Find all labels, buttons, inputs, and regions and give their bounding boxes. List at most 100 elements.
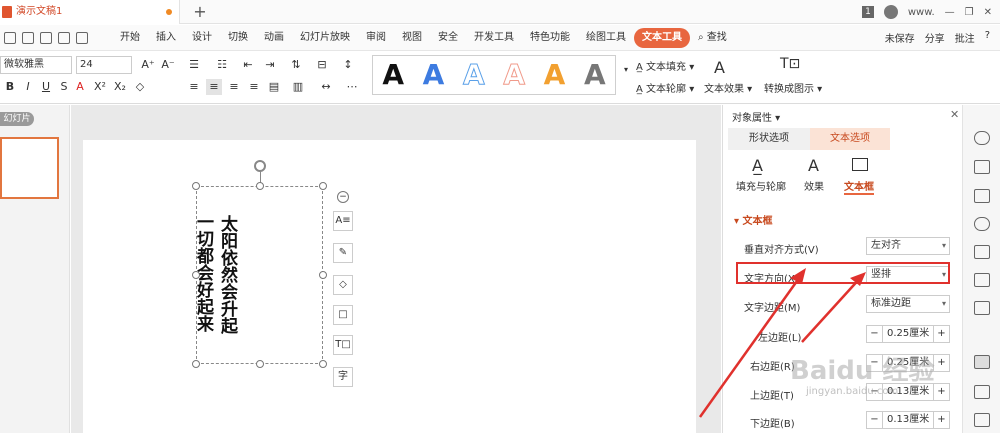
font-color-button[interactable]: A: [72, 79, 88, 95]
font-size-select[interactable]: 24: [76, 56, 132, 74]
menu-animation[interactable]: 动画: [256, 28, 292, 48]
slide[interactable]: [83, 140, 696, 433]
menu-insert[interactable]: 插入: [148, 28, 184, 48]
resize-handle[interactable]: [256, 182, 264, 190]
align-right-icon[interactable]: ≡: [226, 79, 242, 95]
text-outline-button[interactable]: A̲ 文本轮廓 ▾: [636, 80, 694, 95]
table-icon[interactable]: [974, 273, 990, 287]
convert-diagram-button[interactable]: 转换成图示 ▾: [764, 80, 822, 95]
menu-review[interactable]: 审阅: [358, 28, 394, 48]
text-style-blue[interactable]: A: [423, 57, 445, 93]
resize-handle[interactable]: [192, 182, 200, 190]
minimize-icon[interactable]: —: [945, 7, 955, 18]
subtab-fill-outline[interactable]: 填充与轮廓: [736, 178, 786, 193]
location-icon[interactable]: [974, 217, 990, 231]
share-button[interactable]: 分享: [925, 30, 945, 45]
resize-handle[interactable]: [319, 182, 327, 190]
shape-icon[interactable]: [974, 245, 990, 259]
window-count-badge[interactable]: 1: [862, 6, 874, 18]
shrink-font-icon[interactable]: A⁻: [160, 57, 176, 73]
increase-indent-icon[interactable]: ⇥: [262, 57, 278, 73]
edit-tool-icon[interactable]: ✎: [333, 243, 353, 263]
shadow-button[interactable]: S: [56, 79, 72, 95]
menu-security[interactable]: 安全: [430, 28, 466, 48]
text-style-gray[interactable]: A: [584, 57, 606, 93]
vertical-align-select[interactable]: 左对齐: [866, 237, 950, 255]
vertical-text-box[interactable]: 太阳依然会升起 一切都会好起来: [193, 186, 323, 364]
columns-icon[interactable]: ▥: [290, 79, 306, 95]
rotate-handle-icon[interactable]: [254, 160, 266, 172]
tab-text-options[interactable]: 文本选项: [810, 128, 890, 150]
text-direction-icon[interactable]: ⇅: [288, 57, 304, 73]
print-icon[interactable]: [40, 31, 52, 44]
menu-transition[interactable]: 切换: [220, 28, 256, 48]
text-box-icon[interactable]: [852, 158, 868, 171]
align-text-icon[interactable]: ⊟: [314, 57, 330, 73]
slide-thumbnail[interactable]: [0, 137, 59, 199]
comment-button[interactable]: 批注: [955, 30, 975, 45]
new-tab-button[interactable]: +: [188, 0, 212, 24]
text-style-outline-pink[interactable]: A: [503, 57, 526, 93]
restore-icon[interactable]: ❐: [965, 7, 974, 18]
text-style-black[interactable]: A: [382, 57, 404, 93]
resize-handle[interactable]: [256, 360, 264, 368]
numbering-icon[interactable]: ☷: [214, 57, 230, 73]
left-margin-spin[interactable]: −0.25厘米 +: [866, 325, 950, 343]
align-left-icon[interactable]: ≡: [186, 79, 202, 95]
menu-features[interactable]: 特色功能: [522, 28, 578, 48]
user-avatar[interactable]: [883, 5, 898, 19]
menu-home[interactable]: 开始: [112, 28, 148, 48]
slides-label[interactable]: 幻灯片: [0, 112, 34, 126]
panel-close-icon[interactable]: ✕: [950, 108, 959, 121]
fill-outline-icon[interactable]: A̲: [752, 156, 763, 175]
menu-text-tools[interactable]: 文本工具: [634, 27, 690, 48]
menu-design[interactable]: 设计: [184, 28, 220, 48]
font-tool-icon[interactable]: 字: [333, 367, 353, 387]
gallery-scroll-icon[interactable]: ▾: [618, 62, 634, 78]
resize-handle[interactable]: [319, 360, 327, 368]
menu-developer[interactable]: 开发工具: [466, 28, 522, 48]
fill-tool-icon[interactable]: ◇: [333, 275, 353, 295]
text-effect-button[interactable]: 文本效果 ▾: [704, 80, 752, 95]
text-style-outline-blue[interactable]: A: [462, 57, 485, 93]
chart-icon[interactable]: [974, 301, 990, 315]
more-format-icon[interactable]: ⋯: [344, 79, 360, 95]
menu-search[interactable]: ⌕ 查找: [690, 28, 735, 48]
close-icon[interactable]: ✕: [984, 7, 992, 18]
text-fill-button[interactable]: A̲ 文本填充 ▾: [636, 58, 694, 73]
bottom-margin-spin[interactable]: −0.13厘米 +: [866, 411, 950, 429]
share-icon[interactable]: [974, 413, 990, 427]
user-name[interactable]: www.: [908, 7, 935, 18]
menu-slideshow[interactable]: 幻灯片放映: [292, 28, 358, 48]
line-spacing-icon[interactable]: ↕: [340, 57, 356, 73]
collapse-toolbar-icon[interactable]: −: [337, 191, 349, 203]
resize-handle[interactable]: [319, 271, 327, 279]
subscript-button[interactable]: X₂: [112, 79, 128, 95]
unsaved-button[interactable]: 未保存: [885, 30, 915, 45]
menu-drawing-tools[interactable]: 绘图工具: [578, 28, 634, 48]
align-center-icon[interactable]: ≡: [206, 79, 222, 95]
convert-tool-icon[interactable]: T□: [333, 335, 353, 355]
resize-handle[interactable]: [192, 271, 200, 279]
clear-format-icon[interactable]: ◇: [132, 79, 148, 95]
text-margin-select[interactable]: 标准边距: [866, 295, 950, 313]
outline-tool-icon[interactable]: □: [333, 305, 353, 325]
document-tab[interactable]: 演示文稿1: [0, 0, 180, 24]
undo-icon[interactable]: [76, 31, 88, 44]
tab-shape-options[interactable]: 形状选项: [728, 128, 810, 150]
copy-layout-icon[interactable]: [974, 160, 990, 174]
decrease-indent-icon[interactable]: ⇤: [240, 57, 256, 73]
underline-button[interactable]: U: [38, 79, 54, 95]
effect-icon[interactable]: A: [808, 156, 819, 175]
bold-button[interactable]: B: [2, 79, 18, 95]
help-button[interactable]: ?: [985, 30, 990, 45]
animation-icon[interactable]: [974, 189, 990, 203]
properties-icon[interactable]: [974, 355, 990, 369]
subtab-text-box[interactable]: 文本框: [844, 178, 874, 195]
subtab-effect[interactable]: 效果: [804, 178, 824, 193]
font-name-select[interactable]: 微软雅黑: [0, 56, 72, 74]
open-icon[interactable]: [22, 31, 34, 44]
bullets-icon[interactable]: ☰: [186, 57, 202, 73]
italic-button[interactable]: I: [20, 79, 36, 95]
distribute-icon[interactable]: ▤: [266, 79, 282, 95]
